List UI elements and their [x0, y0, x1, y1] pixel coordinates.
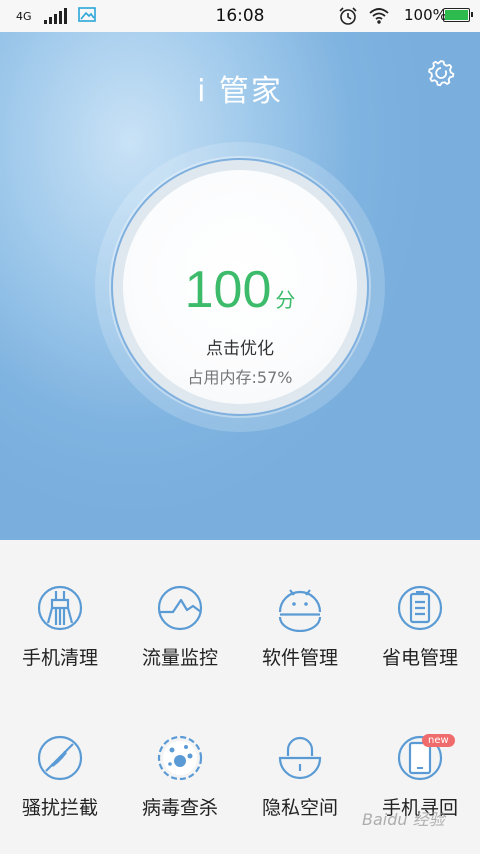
traffic-monitor-icon: [157, 585, 203, 631]
gear-icon[interactable]: [426, 58, 456, 88]
tool-power-saving[interactable]: 省电管理: [360, 540, 480, 690]
tool-label: 流量监控: [141, 647, 218, 669]
hero-panel: i 管家 100 分 点击优化 占用内存:57%: [0, 32, 480, 540]
status-bar: 4G 16:08 100%: [0, 0, 480, 32]
android-icon: [278, 589, 322, 632]
score-value: 100: [184, 261, 272, 319]
score-display: 100 分: [123, 260, 357, 320]
tool-label: 省电管理: [381, 647, 458, 669]
tool-label: 病毒查杀: [141, 797, 218, 819]
lock-icon: [278, 736, 322, 780]
tool-software-manager[interactable]: 软件管理: [240, 540, 360, 690]
tool-traffic-monitor[interactable]: 流量监控: [120, 540, 240, 690]
alarm-icon: [339, 7, 357, 25]
battery-icon: [443, 8, 473, 22]
new-badge: new: [422, 734, 455, 747]
tool-harassment-block[interactable]: 骚扰拦截: [0, 690, 120, 840]
optimize-label: 点击优化: [206, 339, 274, 359]
battery-percent: 100%: [404, 6, 447, 24]
tool-virus-scan[interactable]: 病毒查杀: [120, 690, 240, 840]
virus-icon: [157, 735, 203, 781]
block-icon: [37, 735, 83, 781]
tool-label: 软件管理: [261, 647, 338, 669]
tool-label: 手机清理: [21, 647, 98, 669]
battery-saver-icon: [397, 585, 443, 631]
memory-usage: 占用内存:57%: [187, 368, 293, 387]
app-title: i 管家: [197, 74, 283, 109]
tool-label: 骚扰拦截: [21, 797, 98, 819]
wifi-icon: [369, 8, 389, 24]
optimize-button[interactable]: 100 分 点击优化 占用内存:57%: [123, 170, 357, 404]
watermark: Baidu 经验: [362, 810, 445, 829]
tool-privacy-space[interactable]: 隐私空间: [240, 690, 360, 840]
tool-label: 隐私空间: [261, 797, 338, 819]
score-unit: 分: [275, 288, 296, 312]
tool-phone-clean[interactable]: 手机清理: [0, 540, 120, 690]
broom-icon: [37, 585, 83, 631]
